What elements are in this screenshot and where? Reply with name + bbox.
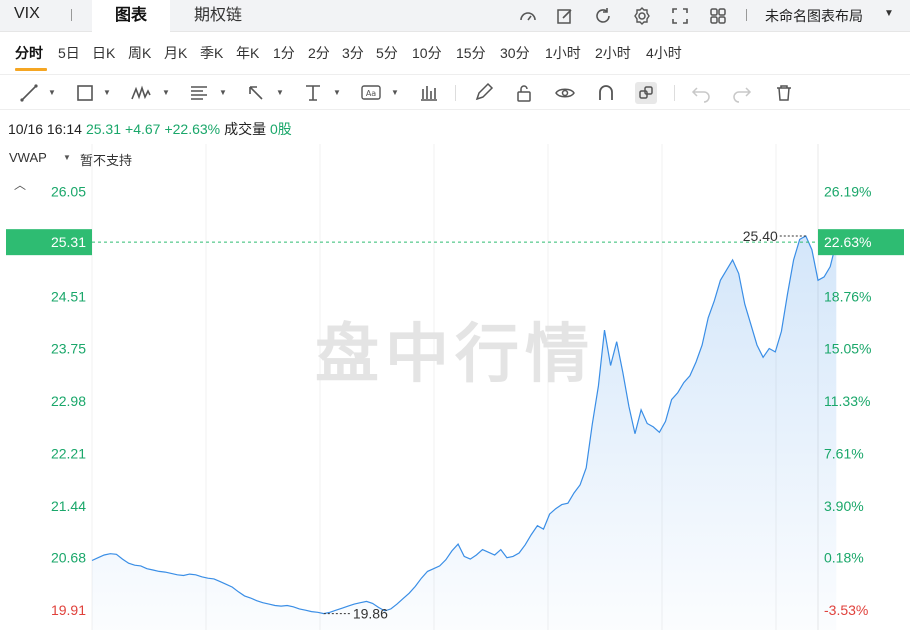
caret-down-icon[interactable]: ▼: [219, 88, 227, 97]
y-tick-right: 18.76%: [824, 289, 871, 305]
measure-tool-icon[interactable]: [302, 82, 324, 104]
y-tick-left: 25.31: [51, 234, 86, 250]
period-2[interactable]: 日K: [92, 43, 115, 63]
trash-icon[interactable]: [773, 82, 795, 104]
rectangle-tool-icon[interactable]: [74, 82, 96, 104]
period-6[interactable]: 年K: [236, 43, 259, 63]
grid-layout-icon[interactable]: [708, 6, 728, 26]
layout-selector[interactable]: 未命名图表布局: [765, 6, 863, 26]
period-1[interactable]: 5日: [58, 43, 80, 63]
y-tick-left: 26.05: [51, 184, 86, 200]
settings-icon[interactable]: [632, 6, 652, 26]
y-tick-right: 7.61%: [824, 445, 864, 461]
low-label: 19.86: [353, 606, 388, 622]
y-tick-right: 22.63%: [824, 234, 871, 250]
watermark: 盘中行情: [315, 318, 595, 392]
volume-value: 0股: [270, 121, 292, 137]
svg-text:Aa: Aa: [366, 89, 376, 98]
period-15[interactable]: 2小时: [595, 43, 631, 63]
edit-icon[interactable]: [555, 6, 575, 26]
fibonacci-tool-icon[interactable]: [188, 82, 210, 104]
caret-down-icon[interactable]: ▼: [162, 88, 170, 97]
lock-icon[interactable]: [513, 82, 535, 104]
period-10[interactable]: 5分: [376, 43, 398, 63]
collapse-icon[interactable]: ︿: [14, 176, 26, 193]
caret-down-icon[interactable]: ▼: [48, 88, 56, 97]
active-period-indicator: [15, 68, 47, 71]
caret-down-icon[interactable]: ▼: [276, 88, 284, 97]
quote-change-pct: +22.63%: [164, 121, 221, 137]
divider: [71, 9, 72, 21]
line-tool-icon[interactable]: [18, 82, 40, 104]
pattern-tool-icon[interactable]: [130, 82, 152, 104]
y-tick-left: 22.98: [51, 393, 86, 409]
period-12[interactable]: 15分: [456, 43, 486, 63]
high-label: 25.40: [743, 228, 778, 244]
left-price-axis: 26.05 25.31 24.51 23.75 22.98 22.21 21.44 20.68…: [6, 184, 92, 618]
divider: [674, 85, 675, 101]
top-bar: VIX 图表 期权链 未命名图表布局 ▼: [0, 0, 910, 32]
y-tick-right: -3.53%: [824, 602, 868, 618]
caret-down-icon[interactable]: ▼: [884, 8, 894, 19]
price-chart[interactable]: 盘中行情 26.05 25.31 24.51 23.75 22.98 22.21 21.44…: [0, 144, 910, 630]
quote-price: 25.31: [85, 121, 122, 137]
quote-change: +4.67: [125, 121, 161, 137]
volume-label: 成交量: [224, 121, 267, 137]
right-percent-axis: 26.19% 22.63% 18.76% 15.05% 11.33% 7.61% 3.90%…: [818, 184, 904, 618]
quote-line: 10/16 16:14 25.31 +4.67 +22.63% 成交量 0股: [8, 119, 296, 139]
y-tick-left: 23.75: [51, 340, 86, 356]
link-icon[interactable]: [635, 82, 657, 104]
y-tick-right: 15.05%: [824, 340, 871, 356]
undo-icon[interactable]: [690, 82, 712, 104]
indicator-status: 暂不支持: [80, 153, 133, 168]
ticker-symbol[interactable]: VIX: [14, 5, 40, 23]
tab-option-chain[interactable]: 期权链: [178, 0, 258, 32]
period-4[interactable]: 月K: [164, 43, 187, 63]
y-tick-left: 20.68: [51, 550, 86, 566]
divider: [455, 85, 456, 101]
y-tick-left: 19.91: [51, 602, 86, 618]
y-tick-right: 0.18%: [824, 550, 864, 566]
caret-down-icon[interactable]: ▼: [391, 88, 399, 97]
period-0[interactable]: 分时: [15, 43, 43, 63]
period-11[interactable]: 10分: [412, 43, 442, 63]
period-9[interactable]: 3分: [342, 43, 364, 63]
period-8[interactable]: 2分: [308, 43, 330, 63]
caret-down-icon[interactable]: ▼: [63, 153, 71, 162]
refresh-icon[interactable]: [593, 6, 613, 26]
indicator-name[interactable]: VWAP: [9, 150, 47, 165]
caret-down-icon[interactable]: ▼: [333, 88, 341, 97]
pencil-icon[interactable]: [472, 82, 494, 104]
period-7[interactable]: 1分: [273, 43, 295, 63]
caret-down-icon[interactable]: ▼: [103, 88, 111, 97]
fullscreen-icon[interactable]: [670, 6, 690, 26]
eye-icon[interactable]: [554, 82, 576, 104]
y-tick-right: 26.19%: [824, 184, 871, 200]
quote-datetime: 10/16 16:14: [8, 121, 82, 137]
magnet-icon[interactable]: [595, 82, 617, 104]
y-tick-left: 22.21: [51, 445, 86, 461]
y-tick-left: 24.51: [51, 289, 86, 305]
y-tick-right: 3.90%: [824, 498, 864, 514]
arrow-tool-icon[interactable]: [245, 82, 267, 104]
period-3[interactable]: 周K: [128, 43, 151, 63]
divider: [746, 9, 747, 21]
period-13[interactable]: 30分: [500, 43, 530, 63]
drawing-toolbar: ▼ ▼ ▼ ▼ ▼ ▼ Aa ▼: [0, 74, 910, 110]
y-tick-right: 11.33%: [824, 393, 870, 409]
period-16[interactable]: 4小时: [646, 43, 682, 63]
y-tick-left: 21.44: [51, 498, 86, 514]
text-tool-icon[interactable]: Aa: [360, 82, 382, 104]
gauge-icon[interactable]: [518, 6, 538, 26]
period-5[interactable]: 季K: [200, 43, 223, 63]
price-area: [92, 236, 837, 630]
indicator-icon[interactable]: [418, 82, 440, 104]
tab-chart[interactable]: 图表: [92, 0, 170, 32]
period-14[interactable]: 1小时: [545, 43, 581, 63]
redo-icon[interactable]: [731, 82, 753, 104]
